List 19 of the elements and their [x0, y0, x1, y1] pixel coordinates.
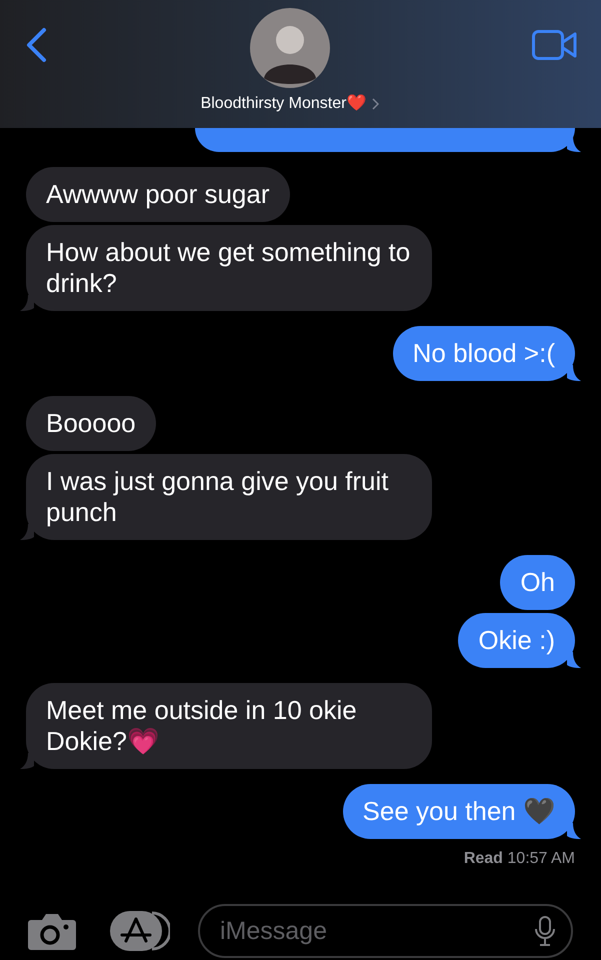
camera-icon[interactable]: [28, 912, 76, 950]
bubble-tail: [20, 753, 34, 769]
app-store-icon[interactable]: [110, 911, 170, 951]
bubble-tail: [20, 295, 34, 311]
message-input[interactable]: iMessage: [198, 904, 573, 958]
read-receipt: Read 10:57 AM: [464, 849, 575, 869]
video-call-icon[interactable]: [532, 30, 577, 60]
message-bubble: Oh: [500, 555, 575, 610]
contact-name[interactable]: Bloodthirsty Monster❤: [200, 92, 366, 116]
back-icon[interactable]: [24, 27, 48, 63]
bubble-tail: [567, 652, 581, 668]
avatar[interactable]: [250, 8, 330, 88]
microphone-icon[interactable]: [535, 916, 555, 946]
message-bubble: Awwww poor sugar: [26, 167, 290, 222]
bubble-tail: [567, 365, 581, 381]
message-bubble: Booooo: [26, 396, 156, 451]
bubble-tail: [567, 823, 581, 839]
bubble-tail: [20, 524, 34, 540]
chevron-icon: [372, 98, 380, 110]
